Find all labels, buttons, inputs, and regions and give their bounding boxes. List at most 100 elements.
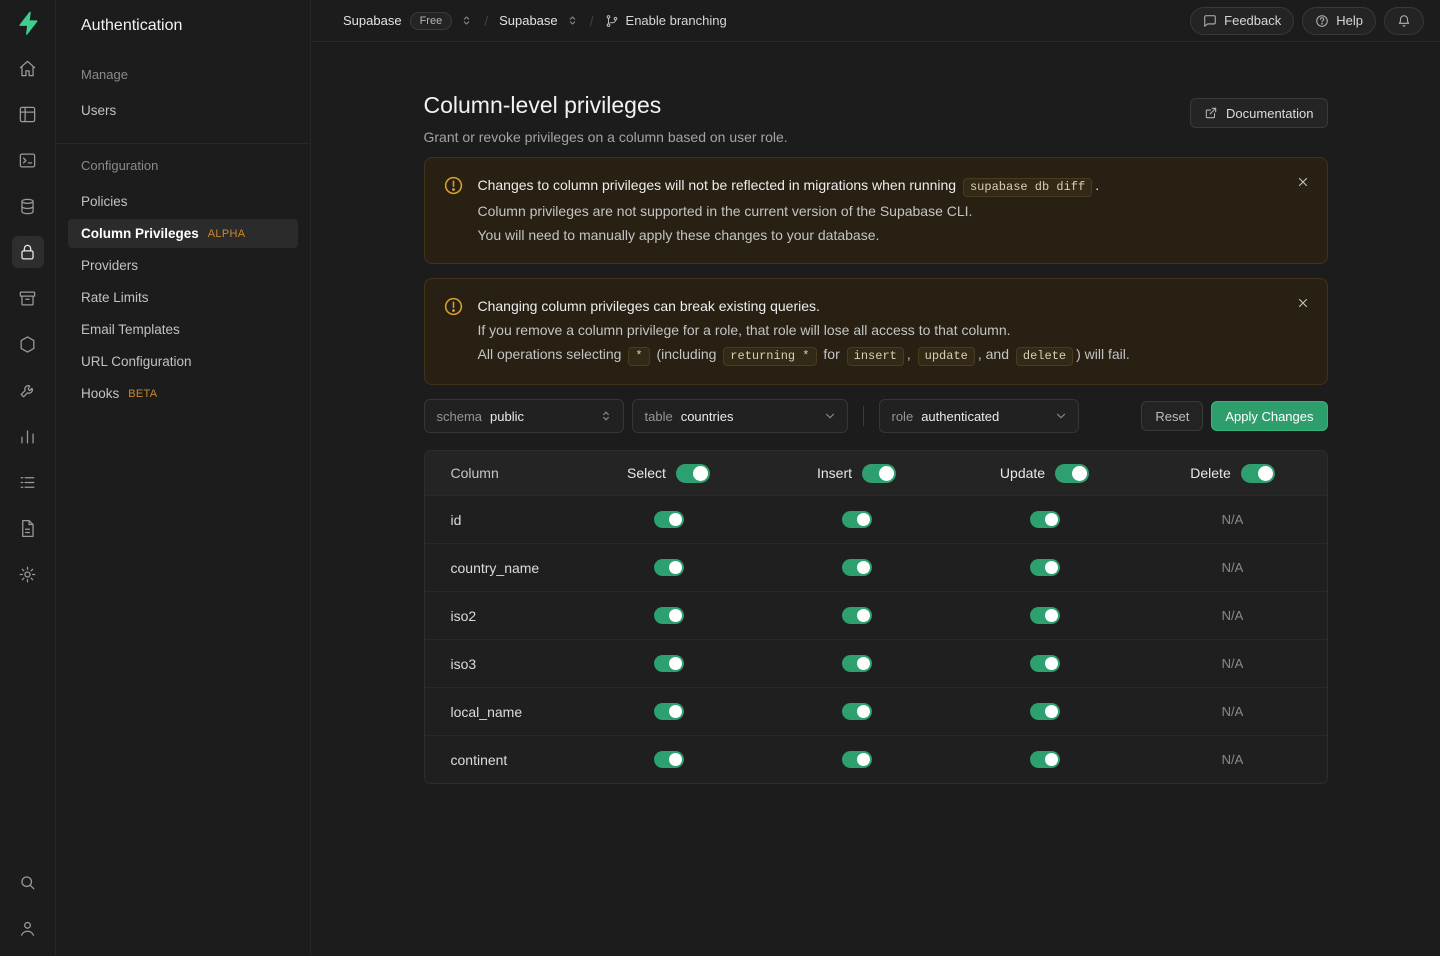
sidebar-item-url-configuration[interactable]: URL Configuration — [68, 347, 298, 376]
reset-button[interactable]: Reset — [1141, 401, 1203, 431]
cli-warning-banner: Changes to column privileges will not be… — [424, 157, 1328, 264]
insert-toggle[interactable] — [842, 559, 872, 576]
table-select[interactable]: table countries — [632, 399, 848, 433]
insert-toggle[interactable] — [842, 703, 872, 720]
content-scroll[interactable]: Column-level privileges Grant or revoke … — [311, 42, 1440, 956]
select-all-toggle[interactable] — [676, 464, 710, 483]
privileges-table: Column Select Insert Update — [424, 450, 1328, 784]
role-select-label: role — [892, 409, 914, 424]
topbar: Supabase Free / Supabase / Enable bra — [311, 0, 1440, 42]
inline-code: update — [918, 347, 975, 366]
insert-toggle[interactable] — [842, 655, 872, 672]
org-switcher-chevron-icon[interactable] — [460, 14, 473, 27]
breadcrumb-project: Supabase — [499, 13, 579, 28]
help-button[interactable]: Help — [1302, 7, 1376, 35]
feedback-label: Feedback — [1224, 13, 1281, 28]
select-toggle[interactable] — [654, 559, 684, 576]
project-switcher-chevron-icon[interactable] — [566, 14, 579, 27]
sidebar-item-label: Column Privileges — [81, 226, 199, 241]
sidebar-item-label: Policies — [81, 194, 128, 209]
column-header: Column — [425, 465, 575, 481]
database-icon[interactable] — [12, 190, 44, 222]
column-name: country_name — [425, 560, 575, 576]
close-icon[interactable] — [1290, 169, 1316, 195]
select-header-label: Select — [627, 465, 666, 481]
select-toggle[interactable] — [654, 511, 684, 528]
supabase-logo[interactable] — [0, 0, 55, 46]
enable-branching-button[interactable]: Enable branching — [605, 13, 727, 28]
sidebar-divider — [56, 143, 310, 144]
insert-toggle[interactable] — [842, 511, 872, 528]
sidebar-item-users[interactable]: Users — [68, 96, 298, 125]
api-docs-icon[interactable] — [12, 512, 44, 544]
topbar-actions: Feedback Help — [1190, 7, 1424, 35]
update-toggle[interactable] — [1030, 607, 1060, 624]
edge-functions-icon[interactable] — [12, 328, 44, 360]
filter-divider — [863, 406, 864, 426]
insert-all-toggle[interactable] — [862, 464, 896, 483]
sidebar-item-label: Email Templates — [81, 322, 180, 337]
sidebar-section-manage: Manage — [68, 67, 298, 82]
beta-badge: BETA — [128, 388, 157, 400]
documentation-button[interactable]: Documentation — [1190, 98, 1327, 128]
update-toggle[interactable] — [1030, 559, 1060, 576]
select-toggle[interactable] — [654, 607, 684, 624]
logs-icon[interactable] — [12, 466, 44, 498]
reports-icon[interactable] — [12, 420, 44, 452]
advisors-icon[interactable] — [12, 374, 44, 406]
feedback-button[interactable]: Feedback — [1190, 7, 1294, 35]
insert-toggle[interactable] — [842, 607, 872, 624]
alpha-badge: ALPHA — [208, 228, 246, 240]
storage-icon[interactable] — [12, 282, 44, 314]
home-icon[interactable] — [12, 52, 44, 84]
sidebar-item-label: Hooks — [81, 386, 119, 401]
delete-na-label: N/A — [1222, 656, 1244, 671]
select-toggle[interactable] — [654, 655, 684, 672]
sidebar-item-label: URL Configuration — [81, 354, 192, 369]
select-toggle[interactable] — [654, 751, 684, 768]
banner-line: All operations selecting * (including re… — [478, 343, 1130, 367]
apply-changes-button[interactable]: Apply Changes — [1211, 401, 1327, 431]
table-select-value: countries — [681, 409, 734, 424]
notifications-button[interactable] — [1384, 7, 1424, 35]
update-toggle[interactable] — [1030, 703, 1060, 720]
authentication-icon[interactable] — [12, 236, 44, 268]
select-header-cell: Select — [575, 464, 763, 483]
select-toggle[interactable] — [654, 703, 684, 720]
close-icon[interactable] — [1290, 290, 1316, 316]
update-all-toggle[interactable] — [1055, 464, 1089, 483]
user-icon[interactable] — [12, 912, 44, 944]
banner-text: , — [907, 346, 911, 362]
sidebar-item-column-privileges[interactable]: Column Privileges ALPHA — [68, 219, 298, 248]
insert-toggle[interactable] — [842, 751, 872, 768]
page-head: Column-level privileges Grant or revoke … — [424, 92, 1328, 145]
sidebar-item-hooks[interactable]: Hooks BETA — [68, 379, 298, 408]
org-name[interactable]: Supabase — [343, 13, 402, 28]
inline-code: returning * — [723, 347, 816, 366]
banner-line: If you remove a column privilege for a r… — [478, 319, 1130, 341]
schema-select-label: schema — [437, 409, 483, 424]
insert-header-cell: Insert — [763, 464, 951, 483]
banner-text: All operations selecting — [478, 346, 622, 362]
table-editor-icon[interactable] — [12, 98, 44, 130]
sidebar-item-policies[interactable]: Policies — [68, 187, 298, 216]
settings-icon[interactable] — [12, 558, 44, 590]
update-toggle[interactable] — [1030, 751, 1060, 768]
breadcrumb-separator: / — [590, 13, 594, 29]
insert-header-label: Insert — [817, 465, 852, 481]
page-subtitle: Grant or revoke privileges on a column b… — [424, 129, 788, 145]
update-toggle[interactable] — [1030, 511, 1060, 528]
sidebar-item-providers[interactable]: Providers — [68, 251, 298, 280]
sidebar-item-email-templates[interactable]: Email Templates — [68, 315, 298, 344]
project-name[interactable]: Supabase — [499, 13, 558, 28]
sidebar-item-rate-limits[interactable]: Rate Limits — [68, 283, 298, 312]
table-row: iso3 N/A — [425, 639, 1327, 687]
schema-select[interactable]: schema public — [424, 399, 624, 433]
search-icon[interactable] — [12, 866, 44, 898]
delete-all-toggle[interactable] — [1241, 464, 1275, 483]
table-row: iso2 N/A — [425, 591, 1327, 639]
column-name: local_name — [425, 704, 575, 720]
update-toggle[interactable] — [1030, 655, 1060, 672]
role-select[interactable]: role authenticated — [879, 399, 1079, 433]
sql-editor-icon[interactable] — [12, 144, 44, 176]
